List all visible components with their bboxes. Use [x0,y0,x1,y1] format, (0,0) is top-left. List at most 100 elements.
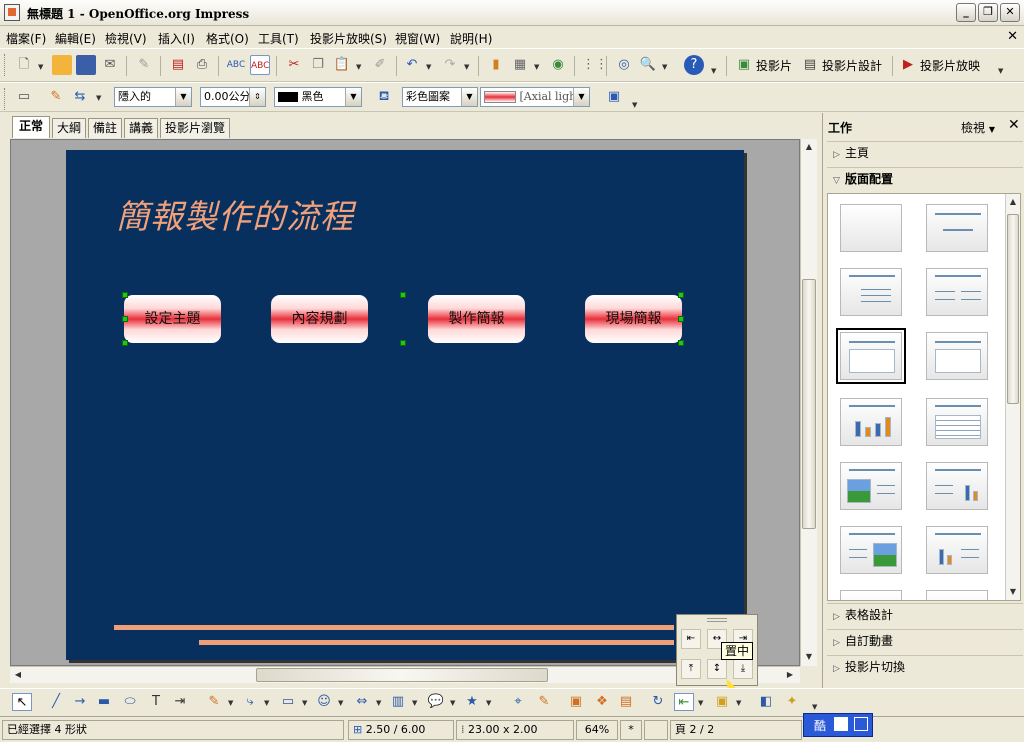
layout-title-2-content[interactable] [926,268,988,316]
navigator-icon[interactable]: ◉ [548,55,568,75]
layout-blank[interactable] [840,204,902,252]
cut-icon[interactable]: ✂ [284,55,304,75]
fontwork-icon[interactable]: ▣ [566,693,586,711]
styles-icon[interactable]: ▭ [14,87,34,107]
flow-shape-2[interactable]: 內容規劃 [271,295,368,343]
text-tool-icon[interactable]: T [146,693,166,711]
open-folder-icon[interactable] [52,55,72,75]
scroll-right-icon[interactable]: ▶ [782,667,798,683]
layout-text-image[interactable] [840,526,902,574]
toolbar-overflow-icon[interactable]: ▼ [632,101,637,109]
basic-shapes-icon[interactable]: ▭ [278,693,298,711]
section-slide-transition[interactable]: ▷ 投影片切換 [827,655,1023,679]
edit-file-icon[interactable]: ✎ [134,55,154,75]
scroll-thumb[interactable] [802,279,816,529]
layout-scrollbar[interactable]: ▲ ▼ [1005,194,1020,600]
rotate-icon[interactable]: ↻ [648,693,668,711]
block-arrows-icon[interactable]: ⇔ [352,693,372,711]
tab-slide-sorter[interactable]: 投影片瀏覽 [160,118,230,138]
spin-arrows-icon[interactable]: ⇕ [249,88,265,106]
status-modified[interactable]: * [620,720,642,740]
align-top-icon[interactable]: ⤒ [681,659,701,679]
undo-icon[interactable]: ↶ [402,55,422,75]
effects-icon[interactable]: ✦ [782,693,802,711]
chevron-down-icon[interactable]: ▼ [426,63,431,71]
arrow-style-icon[interactable]: ⇆ [70,87,90,107]
chevron-down-icon[interactable]: ▼ [412,699,417,707]
chevron-down-icon[interactable]: ▼ [264,699,269,707]
chevron-down-icon[interactable]: ▼ [698,699,703,707]
menu-slideshow[interactable]: 投影片放映(S) [310,30,387,47]
chart-icon[interactable]: ▮ [486,55,506,75]
extrusion-icon[interactable]: ◧ [756,693,776,711]
shadow-icon[interactable]: ▣ [604,87,624,107]
export-pdf-icon[interactable]: ▤ [168,55,188,75]
line-width-stepper[interactable]: 0.00公分 ⇕ [200,87,266,107]
restore-button[interactable]: ❐ [978,3,998,22]
layout-more[interactable] [926,590,988,600]
toolbar-grip[interactable] [4,88,7,110]
chevron-down-icon[interactable]: ▼ [464,63,469,71]
status-size[interactable]: ⁞ 23.00 x 2.00 [456,720,574,740]
layout-title-content[interactable] [840,268,902,316]
chevron-down-icon[interactable]: ▼ [486,699,491,707]
selection-handle[interactable] [122,316,128,322]
chevron-down-icon[interactable]: ▼ [662,63,667,71]
flow-shape-1[interactable]: 設定主題 [124,295,221,343]
menu-edit[interactable]: 編輯(E) [55,30,96,47]
section-layouts[interactable]: ▽ 版面配置 [827,167,1023,191]
layout-text-chart[interactable] [926,462,988,510]
rectangle-tool-icon[interactable]: ▬ [94,693,114,711]
layout-title-chart[interactable] [840,398,902,446]
scroll-down-icon[interactable]: ▼ [801,649,817,665]
chevron-down-icon[interactable]: ▼ [736,699,741,707]
status-signature[interactable] [644,720,668,740]
toolbar-grip[interactable] [4,54,7,76]
align-middle-icon[interactable]: ↕ [707,659,727,679]
callouts-icon[interactable]: 💬 [426,693,446,711]
status-zoom[interactable]: 64% [576,720,618,740]
menu-format[interactable]: 格式(O) [206,30,249,47]
impress-app-icon[interactable] [4,4,20,21]
spellcheck-icon[interactable]: ABC [226,55,246,75]
status-position[interactable]: ⊞ 2.50 / 6.00 [348,720,454,740]
redo-icon[interactable]: ↷ [440,55,460,75]
menu-help[interactable]: 說明(H) [450,30,492,47]
layout-image-text[interactable] [840,462,902,510]
gallery-icon[interactable]: ▤ [616,693,636,711]
section-master-pages[interactable]: ▷ 主頁 [827,141,1023,165]
layout-title-slide[interactable] [836,328,906,384]
toolbar-overflow-icon[interactable]: ▼ [711,67,716,75]
chevron-down-icon[interactable]: ▼ [302,699,307,707]
points-icon[interactable]: ⌖ [508,693,528,711]
ime-toolbar[interactable]: 酷 [803,713,873,737]
task-pane-close[interactable]: ✕ [1008,117,1020,133]
chevron-down-icon[interactable]: ▼ [573,88,589,106]
from-file-icon[interactable]: ❖ [592,693,612,711]
slide-icon[interactable]: ▣ [736,55,752,75]
flowchart-icon[interactable]: ▥ [388,693,408,711]
line-style-select[interactable]: 隱入的 ▼ [114,87,192,107]
table-icon[interactable]: ▦ [510,55,530,75]
help-icon[interactable]: ? [684,55,704,75]
area-style-select[interactable]: 彩色圖案 ▼ [402,87,478,107]
email-icon[interactable]: ✉ [100,55,120,75]
vertical-scrollbar[interactable]: ▲ ▼ [800,139,817,666]
slide-design-button[interactable]: 投影片設計 [822,57,882,74]
selection-handle[interactable] [400,292,406,298]
ime-mode-label[interactable]: 酷 [814,717,826,734]
chevron-down-icon[interactable]: ▼ [38,63,43,71]
new-document-icon[interactable]: 🗋 [14,55,34,75]
fit-text-icon[interactable]: ⇥ [170,693,190,711]
selection-handle[interactable] [122,340,128,346]
tab-normal[interactable]: 正常 [12,116,50,138]
layout-centered-text[interactable] [926,332,988,380]
select-arrow-icon[interactable]: ↖ [12,693,32,711]
scroll-up-icon[interactable]: ▲ [1006,194,1020,210]
slide-button[interactable]: 投影片 [756,57,792,74]
autospellcheck-icon[interactable]: ABC [250,55,270,75]
zoom-icon[interactable]: 🔍 [638,55,658,75]
align-bottom-icon[interactable]: ⤓ [733,659,753,679]
chevron-down-icon[interactable]: ▼ [450,699,455,707]
task-pane-view-menu[interactable]: 檢視 ▼ [961,119,995,136]
